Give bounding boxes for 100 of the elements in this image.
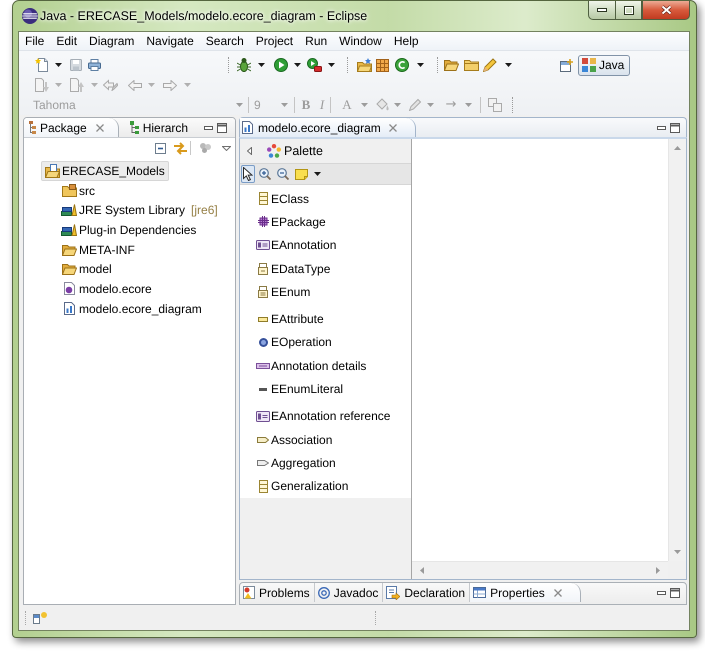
tree-item[interactable]: modelo.ecore_diagram [58,298,206,318]
stacked-boxes-icon [258,286,268,298]
palette-tool[interactable]: Generalization [240,474,411,498]
menu-item[interactable]: Edit [50,34,84,48]
window-plus-icon[interactable] [560,58,573,72]
play-icon[interactable] [274,58,288,72]
palette-tool[interactable]: Annotation details [240,354,411,378]
editor-tab[interactable]: modelo.ecore_diagram [240,118,416,137]
caret-icon[interactable] [55,63,62,67]
pencil-icon[interactable] [483,58,497,72]
menu-item[interactable]: Project [250,34,300,48]
printer-icon[interactable] [88,59,101,71]
two-arrows-icon[interactable] [174,142,187,154]
perspective-button[interactable]: Java [578,54,630,76]
view-tab[interactable]: Package [24,118,119,137]
folder-star-icon[interactable] [357,58,372,72]
menu-item[interactable]: Run [299,34,334,48]
caret-icon[interactable] [328,63,335,67]
zoom-out-icon[interactable] [275,166,291,182]
maximize-icon[interactable] [670,588,680,598]
menu-item[interactable]: Diagram [83,34,140,48]
close-icon[interactable] [96,124,104,132]
bug-icon[interactable] [237,58,251,72]
minimize-icon[interactable] [657,126,666,130]
palette-tool[interactable]: EDataType [240,256,411,280]
tree-item[interactable]: ERECASE_Models [41,161,169,181]
compartment-box-icon [258,192,268,206]
palette-tool[interactable]: EAttribute [240,307,411,331]
palette-tool[interactable]: EPackage [240,210,411,234]
overlapping-squares-icon[interactable] [488,98,502,112]
left-triangle-icon[interactable] [247,147,252,155]
document-star-icon[interactable] [35,58,48,72]
scroll-left-icon[interactable] [420,567,424,574]
caret-icon[interactable] [294,63,301,67]
palette-tool[interactable]: EClass [240,187,411,210]
minus-box-icon[interactable] [155,142,166,154]
palette-tool[interactable]: EOperation [240,330,411,354]
caret-icon[interactable] [417,63,424,67]
menu-item[interactable]: Window [333,34,388,48]
menu-item[interactable]: File [19,34,50,48]
view-tab[interactable]: Hierarch [124,118,194,137]
close-button[interactable] [642,1,690,20]
caret-icon[interactable] [314,172,321,176]
forward-arrow-icon[interactable] [163,80,177,90]
stacked-boxes-icon [258,262,268,275]
circle-c-icon[interactable] [395,58,409,72]
grid-icon [258,216,268,228]
view-tab[interactable]: Javadoc [314,583,384,602]
open-folder-icon[interactable] [444,59,459,71]
palette-tool[interactable]: Aggregation [240,451,411,475]
palette-tool[interactable]: EAnnotation reference [240,404,411,428]
maximize-icon[interactable] [670,122,680,132]
tree-item[interactable]: src [58,180,99,200]
scroll-up-icon[interactable] [674,146,681,150]
palette-tool[interactable]: Association [240,428,411,452]
page-down-arrow-icon[interactable] [35,78,49,92]
caret-icon[interactable] [258,63,265,67]
back-arrow-pencil-icon[interactable] [103,79,118,91]
view-tab[interactable]: Problems [240,583,315,602]
circles-icon[interactable] [200,143,211,153]
palette-tool[interactable]: EEnum [240,280,411,304]
menu-item[interactable]: Navigate [140,34,200,48]
close-icon[interactable] [388,124,397,132]
scroll-right-icon[interactable] [656,567,660,574]
minimize-icon[interactable] [657,590,666,594]
tree-item[interactable]: JRE System Library [jre6] [58,200,222,220]
zoom-in-icon[interactable] [257,166,273,182]
play-toolbox-icon[interactable] [307,58,322,72]
tree-item[interactable]: META-INF [58,240,139,260]
ring-icon [258,338,268,347]
palette-tool[interactable]: EEnumLiteral [240,377,411,401]
view-menu-icon[interactable] [222,146,231,150]
palette-tool[interactable]: EAnnotation [240,234,411,257]
paint-bucket-icon[interactable] [376,98,389,111]
grid-icon[interactable] [376,58,389,72]
minimize-icon[interactable] [204,126,213,130]
squares-icon [582,58,596,72]
menu-item[interactable]: Search [200,34,250,48]
back-arrow-icon[interactable] [128,80,142,90]
tree-item[interactable]: Plug-in Dependencies [58,220,200,240]
maximize-button[interactable] [615,1,642,20]
menu-item[interactable]: Help [388,34,425,48]
error-warning-icon [243,586,255,599]
scroll-down-icon[interactable] [674,550,681,554]
close-icon[interactable] [554,588,562,596]
tree-item[interactable]: modelo.ecore [58,279,156,299]
view-tab[interactable]: Declaration [383,583,470,602]
minimize-button[interactable] [588,1,615,20]
page-up-arrow-icon[interactable] [70,78,84,92]
window-sun-icon[interactable] [33,612,47,624]
pointer-icon[interactable] [241,165,255,183]
view-tab[interactable]: Properties [470,583,581,602]
stacked-blocks-icon [29,121,36,134]
folder-icon[interactable] [464,59,479,71]
caret-icon[interactable] [505,63,512,67]
dash-icon [259,388,267,391]
tree-item[interactable]: model [58,259,116,280]
maximize-icon[interactable] [217,122,227,132]
books-icon [61,204,77,216]
pencil-icon[interactable] [409,98,422,111]
